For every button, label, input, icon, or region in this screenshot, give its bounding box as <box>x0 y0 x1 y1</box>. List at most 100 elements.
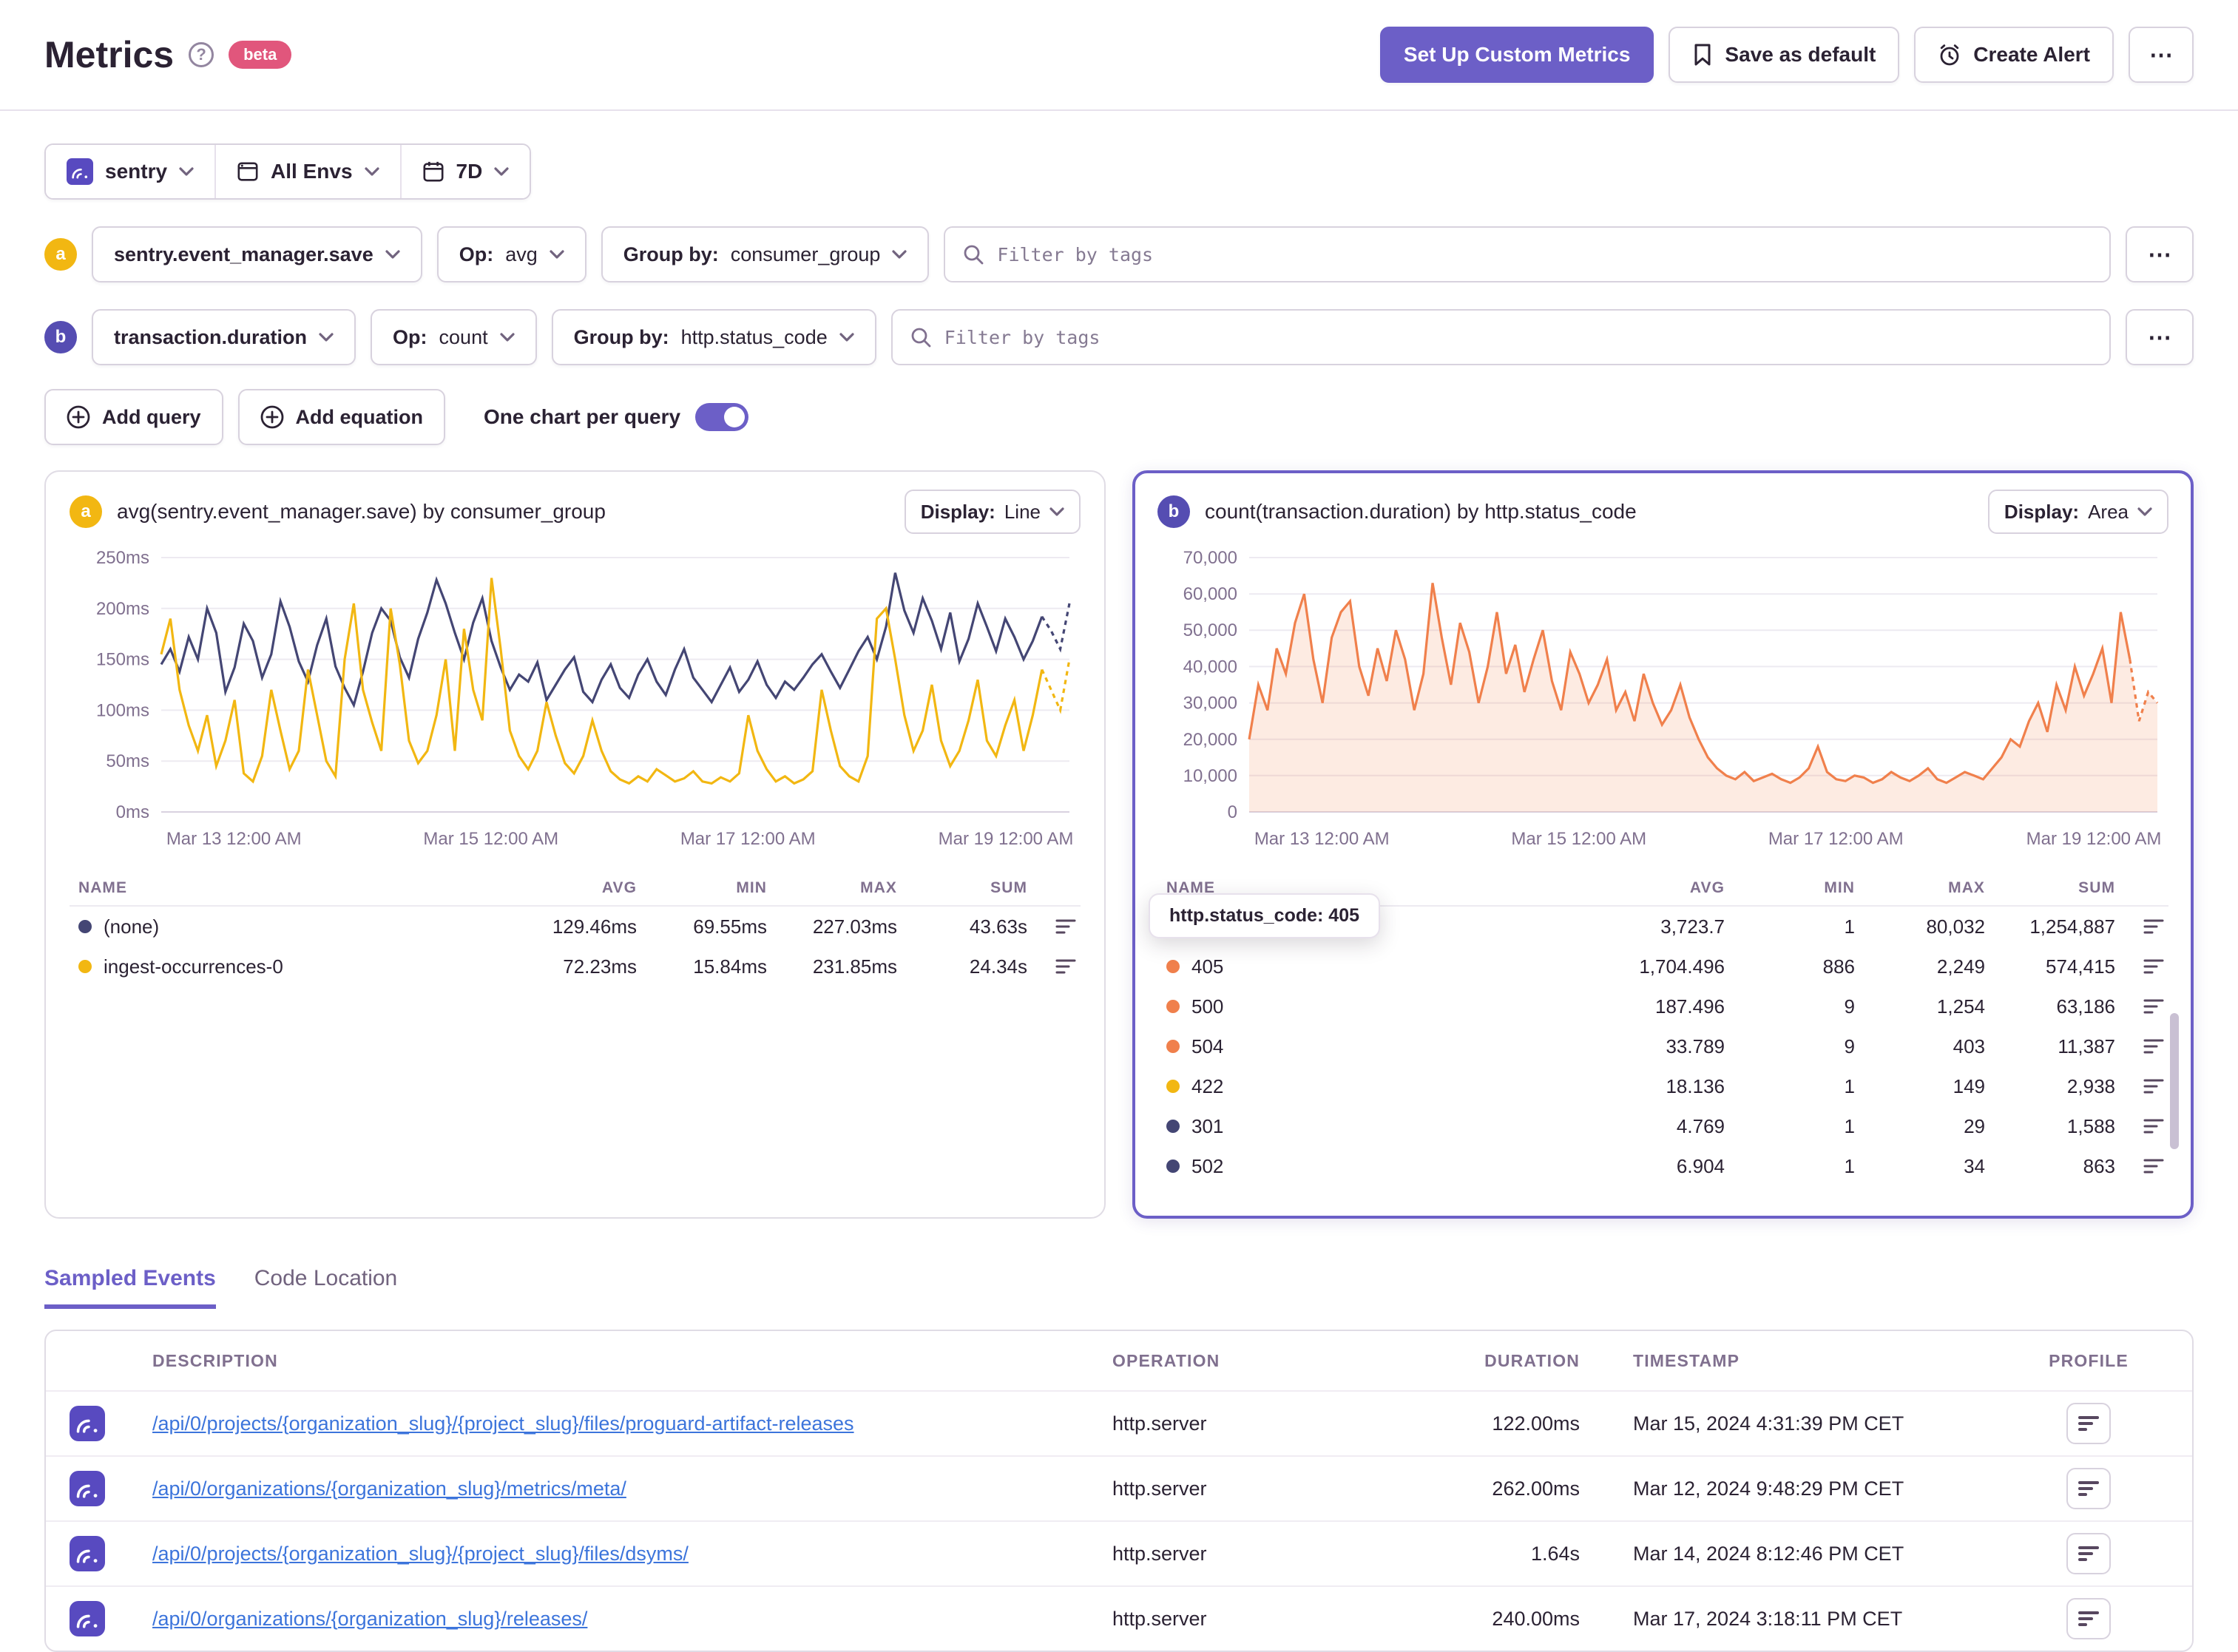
svg-text:Mar 13 12:00 AM: Mar 13 12:00 AM <box>166 829 302 849</box>
one-chart-toggle-label: One chart per query <box>484 405 681 428</box>
calendar-icon <box>422 160 444 183</box>
op-selector-b[interactable]: Op: count <box>371 309 537 365</box>
event-duration: 1.64s <box>1530 1542 1580 1565</box>
svg-text:150ms: 150ms <box>96 650 149 670</box>
date-range-selector[interactable]: 7D <box>399 145 530 198</box>
svg-text:Mar 13 12:00 AM: Mar 13 12:00 AM <box>1254 829 1390 849</box>
search-icon <box>910 327 931 348</box>
beta-badge: beta <box>229 41 292 69</box>
sentry-platform-icon <box>70 1601 152 1636</box>
chevron-down-icon <box>1049 507 1064 516</box>
summary-header-row: NAME AVG MIN MAX SUM <box>70 871 1081 907</box>
query-row-b: b transaction.duration Op: count Group b… <box>44 309 2194 365</box>
chevron-down-icon <box>319 333 334 342</box>
summary-row[interactable]: 405 1,704.496 886 2,249 574,415 <box>1157 947 2168 986</box>
filter-tags-field-b <box>890 309 2111 365</box>
event-row: /api/0/projects/{organization_slug}/{pro… <box>46 1520 2192 1585</box>
svg-text:Mar 19 12:00 AM: Mar 19 12:00 AM <box>2026 829 2162 849</box>
summary-row[interactable]: 502 6.904 1 34 863 <box>1157 1146 2168 1186</box>
project-selector[interactable]: sentry <box>46 145 215 198</box>
series-options-button[interactable] <box>2139 1035 2168 1058</box>
ellipsis-icon: ⋯ <box>2148 241 2171 268</box>
series-options-button[interactable] <box>2139 955 2168 978</box>
tab-sampled-events[interactable]: Sampled Events <box>44 1266 216 1309</box>
event-operation: http.server <box>1112 1477 1207 1500</box>
series-options-button[interactable] <box>2139 1154 2168 1178</box>
line-chart[interactable]: 0ms 50ms 100ms 150ms 200ms 250ms Mar 13 12:00 … <box>70 543 1081 856</box>
area-chart[interactable]: 0 10,000 20,000 30,000 40,000 50,000 60,000 70,… <box>1157 543 2168 856</box>
series-options-button[interactable] <box>2139 995 2168 1018</box>
profile-button[interactable] <box>2066 1403 2111 1444</box>
series-summary-table: NAME AVG MIN MAX SUM (none) 129.46ms 69.… <box>70 871 1081 986</box>
display-type-select[interactable]: Display: Area <box>1987 490 2168 534</box>
chevron-down-icon <box>179 167 194 176</box>
summary-row[interactable]: ingest-occurrences-0 72.23ms 15.84ms 231… <box>70 947 1081 986</box>
series-dot <box>1166 1080 1180 1093</box>
profiling-icon <box>2078 1611 2099 1626</box>
op-selector-a[interactable]: Op: avg <box>436 226 586 282</box>
top-bar: Metrics ? beta Set Up Custom Metrics Sav… <box>0 0 2238 111</box>
series-options-button[interactable] <box>2139 1074 2168 1098</box>
svg-text:60,000: 60,000 <box>1183 584 1237 604</box>
event-operation: http.server <box>1112 1607 1207 1630</box>
profiling-icon <box>2078 1481 2099 1496</box>
group-by-selector-b[interactable]: Group by: http.status_code <box>551 309 876 365</box>
more-actions-button[interactable]: ⋯ <box>2129 27 2194 83</box>
chart-card-a: a avg(sentry.event_manager.save) by cons… <box>44 470 1106 1219</box>
summary-row[interactable]: 422 18.136 1 149 2,938 <box>1157 1066 2168 1106</box>
tab-code-location[interactable]: Code Location <box>254 1266 397 1309</box>
chevron-down-icon <box>550 250 564 259</box>
profile-button[interactable] <box>2066 1468 2111 1509</box>
svg-text:0ms: 0ms <box>116 802 149 822</box>
event-timestamp: Mar 12, 2024 9:48:29 PM CET <box>1633 1477 1904 1500</box>
environment-selector[interactable]: All Envs <box>214 145 400 198</box>
profile-button[interactable] <box>2066 1533 2111 1574</box>
summary-row[interactable]: (none) 129.46ms 69.55ms 227.03ms 43.63s <box>70 907 1081 947</box>
group-by-selector-a[interactable]: Group by: consumer_group <box>601 226 930 282</box>
summary-row[interactable]: 504 33.789 9 403 11,387 <box>1157 1026 2168 1066</box>
filter-tags-input-a[interactable] <box>997 243 2092 265</box>
scrollbar-thumb[interactable] <box>2170 1013 2179 1149</box>
metric-selector-b[interactable]: transaction.duration <box>92 309 356 365</box>
series-dot <box>1166 1120 1180 1133</box>
setup-custom-metrics-button[interactable]: Set Up Custom Metrics <box>1379 27 1654 83</box>
series-options-button[interactable] <box>2139 915 2168 938</box>
add-equation-button[interactable]: Add equation <box>237 389 445 445</box>
event-description-link[interactable]: /api/0/projects/{organization_slug}/{pro… <box>152 1412 1112 1435</box>
help-icon[interactable]: ? <box>189 42 214 67</box>
filter-tags-input-b[interactable] <box>944 326 2092 348</box>
events-header-row: DESCRIPTION OPERATION DURATION TIMESTAMP… <box>152 1350 2129 1370</box>
series-dot <box>1166 1000 1180 1013</box>
event-description-link[interactable]: /api/0/organizations/{organization_slug}… <box>152 1477 1112 1500</box>
chart-svg: 0 10,000 20,000 30,000 40,000 50,000 60,000 70,… <box>1183 548 2162 849</box>
metric-selector-a[interactable]: sentry.event_manager.save <box>92 226 422 282</box>
chevron-down-icon <box>2137 507 2152 516</box>
create-alert-button[interactable]: Create Alert <box>1914 27 2114 83</box>
series-dot <box>1166 1160 1180 1173</box>
svg-text:Mar 17 12:00 AM: Mar 17 12:00 AM <box>680 829 816 849</box>
svg-text:20,000: 20,000 <box>1183 730 1237 750</box>
event-description-link[interactable]: /api/0/projects/{organization_slug}/{pro… <box>152 1543 1112 1565</box>
sampled-events-table: DESCRIPTION OPERATION DURATION TIMESTAMP… <box>44 1330 2194 1652</box>
query-badge-a: a <box>70 495 102 528</box>
summary-row[interactable]: 301 4.769 1 29 1,588 <box>1157 1106 2168 1146</box>
tooltip: http.status_code: 405 <box>1149 893 1381 938</box>
series-options-button[interactable] <box>2139 1114 2168 1138</box>
profile-button[interactable] <box>2066 1598 2111 1639</box>
svg-text:50ms: 50ms <box>106 751 149 771</box>
event-description-link[interactable]: /api/0/organizations/{organization_slug}… <box>152 1608 1112 1631</box>
display-type-select[interactable]: Display: Line <box>904 490 1081 534</box>
query-more-button-a[interactable]: ⋯ <box>2126 226 2194 282</box>
filter-tags-field-a <box>944 226 2111 282</box>
event-row: /api/0/organizations/{organization_slug}… <box>46 1585 2192 1651</box>
series-dot <box>78 920 92 933</box>
series-options-button[interactable] <box>1051 955 1081 978</box>
save-as-default-button[interactable]: Save as default <box>1669 27 1900 83</box>
page-filters: sentry All Envs 7D <box>44 143 2194 200</box>
query-more-button-b[interactable]: ⋯ <box>2126 309 2194 365</box>
summary-row[interactable]: 500 187.496 9 1,254 63,186 <box>1157 986 2168 1026</box>
series-options-button[interactable] <box>1051 915 1081 938</box>
add-query-button[interactable]: Add query <box>44 389 223 445</box>
one-chart-toggle[interactable] <box>695 403 749 431</box>
event-operation: http.server <box>1112 1412 1207 1435</box>
